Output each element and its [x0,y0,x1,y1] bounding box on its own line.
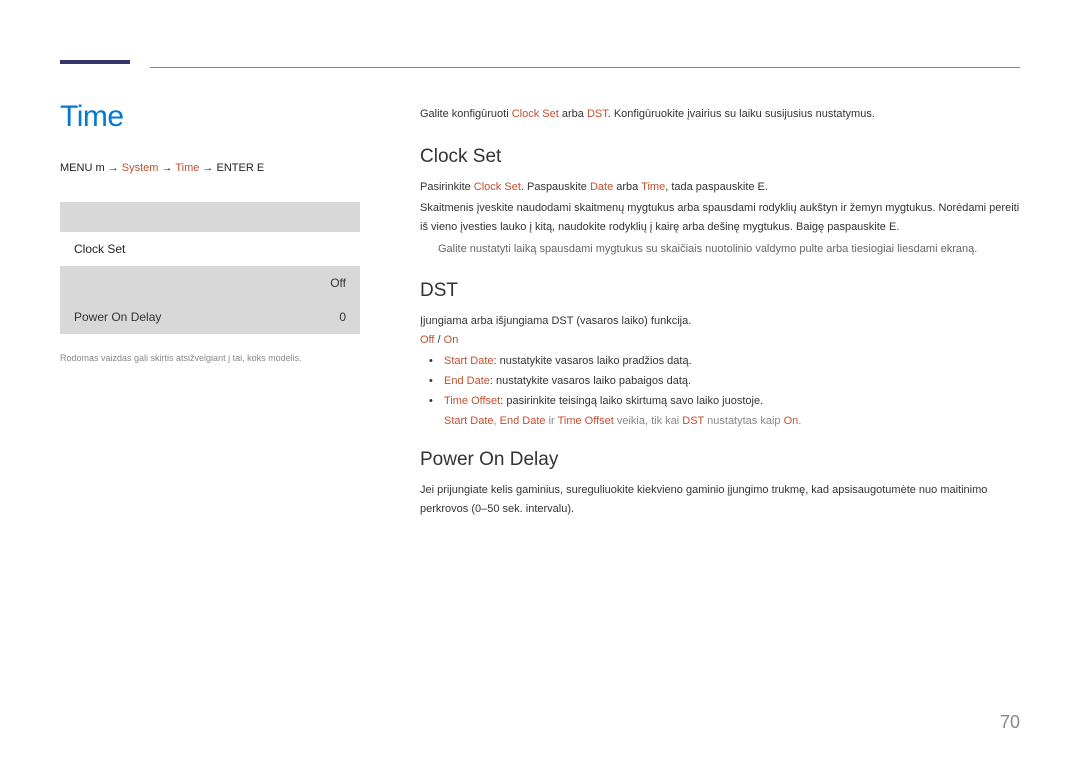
enter-icon: E [257,162,264,174]
fn-time-offset: Time Offset [558,415,614,427]
clock-set-p2: Skaitmenis įveskite naudodami skaitmenų … [420,199,1020,236]
dst-sep: / [434,334,443,346]
cs-hl-date: Date [590,181,613,193]
dst-off-label: Off [420,334,434,346]
dst-bullet-list: Start Date: nustatykite vasaros laiko pr… [420,352,1020,411]
fn-end-date: End Date [500,415,546,427]
right-column: Galite konfigūruoti Clock Set arba DST. … [420,100,1020,541]
bullet-text: : nustatykite vasaros laiko pabaigos dat… [490,375,691,387]
dst-on-label: On [444,334,459,346]
dst-footer-note: Start Date, End Date ir Time Offset veik… [420,415,1020,427]
bullet-text: : pasirinkite teisingą laiko skirtumą sa… [500,395,763,407]
intro-text-3: . Konfigūruokite įvairius su laiku susij… [608,108,875,120]
intro-highlight-dst: DST [587,108,608,120]
menu-row-power-on-delay: Power On Delay 0 [60,300,360,334]
breadcrumb-time: Time [175,162,199,174]
cs-p2-end: E. [889,221,899,233]
fn-dst: DST [682,415,704,427]
menu-row-label: Power On Delay [74,310,161,324]
power-on-delay-section: Power On Delay Jei prijungiate kelis gam… [420,449,1020,518]
left-column: Time MENU m → System → Time → ENTER E Cl… [60,100,360,541]
disclaimer-text: Rodomas vaizdas gali skirtis atsižvelgia… [60,352,360,365]
arrow-icon: → [202,162,213,174]
bullet-label: End Date [444,375,490,387]
cs-hl-clockset: Clock Set [474,181,521,193]
dst-heading: DST [420,280,1020,302]
fn-text: veikia, tik kai [614,415,682,427]
fn-on: On [784,415,799,427]
arrow-icon: → [162,162,173,174]
cs-text: Pasirinkite [420,181,474,193]
cs-text: . [765,181,768,193]
cs-text: arba [613,181,641,193]
arrow-icon: → [108,162,119,174]
dst-off-on: Off / On [420,334,1020,346]
breadcrumb-system: System [122,162,159,174]
content-wrap: Time MENU m → System → Time → ENTER E Cl… [60,50,1020,541]
intro-paragraph: Galite konfigūruoti Clock Set arba DST. … [420,106,1020,124]
power-on-delay-p1: Jei prijungiate kelis gaminius, sureguli… [420,481,1020,518]
clock-set-section: Clock Set Pasirinkite Clock Set. Paspaus… [420,146,1020,259]
breadcrumb-enter: ENTER [217,162,254,174]
menu-preview: Clock Set Off Power On Delay 0 [60,202,360,334]
menu-preview-header-space [60,202,360,232]
header-rule [150,67,1020,68]
cs-hl-time: Time [641,181,665,193]
cs-text: . Paspauskite [521,181,590,193]
cs-text: , tada paspauskite [665,181,757,193]
breadcrumb: MENU m → System → Time → ENTER E [60,162,360,174]
intro-text-1: Galite konfigūruoti [420,108,512,120]
fn-text: . [798,415,801,427]
menu-row-value: Off [330,276,346,290]
fn-text: nustatytas kaip [704,415,784,427]
menu-icon: m [95,162,104,174]
menu-row-value: 0 [339,310,346,324]
clock-set-note: Galite nustatyti laiką spausdami mygtuku… [420,240,1020,259]
page-number: 70 [1000,712,1020,733]
intro-highlight-clockset: Clock Set [512,108,559,120]
bullet-text: : nustatykite vasaros laiko pradžios dat… [494,355,692,367]
bullet-label: Start Date [444,355,494,367]
breadcrumb-menu: MENU [60,162,92,174]
menu-row-clock-set: Clock Set [60,232,360,266]
header-accent-bar [60,60,130,64]
power-on-delay-heading: Power On Delay [420,449,1020,471]
page-title: Time [60,100,360,134]
page-container: Time MENU m → System → Time → ENTER E Cl… [0,0,1080,763]
dst-bullet-time-offset: Time Offset: pasirinkite teisingą laiko … [434,392,1020,412]
cs-p2-text: Skaitmenis įveskite naudodami skaitmenų … [420,202,1019,233]
cs-enter-icon: E [758,181,765,193]
dst-bullet-start-date: Start Date: nustatykite vasaros laiko pr… [434,352,1020,372]
clock-set-heading: Clock Set [420,146,1020,168]
dst-bullet-end-date: End Date: nustatykite vasaros laiko paba… [434,372,1020,392]
dst-section: DST Įjungiama arba išjungiama DST (vasar… [420,280,1020,427]
fn-start-date: Start Date [444,415,494,427]
menu-row-dst: Off [60,266,360,300]
bullet-label: Time Offset [444,395,500,407]
dst-p1: Įjungiama arba išjungiama DST (vasaros l… [420,312,1020,331]
menu-row-label: Clock Set [74,242,125,256]
intro-text-2: arba [559,108,587,120]
fn-text: ir [546,415,558,427]
clock-set-p1: Pasirinkite Clock Set. Paspauskite Date … [420,178,1020,197]
